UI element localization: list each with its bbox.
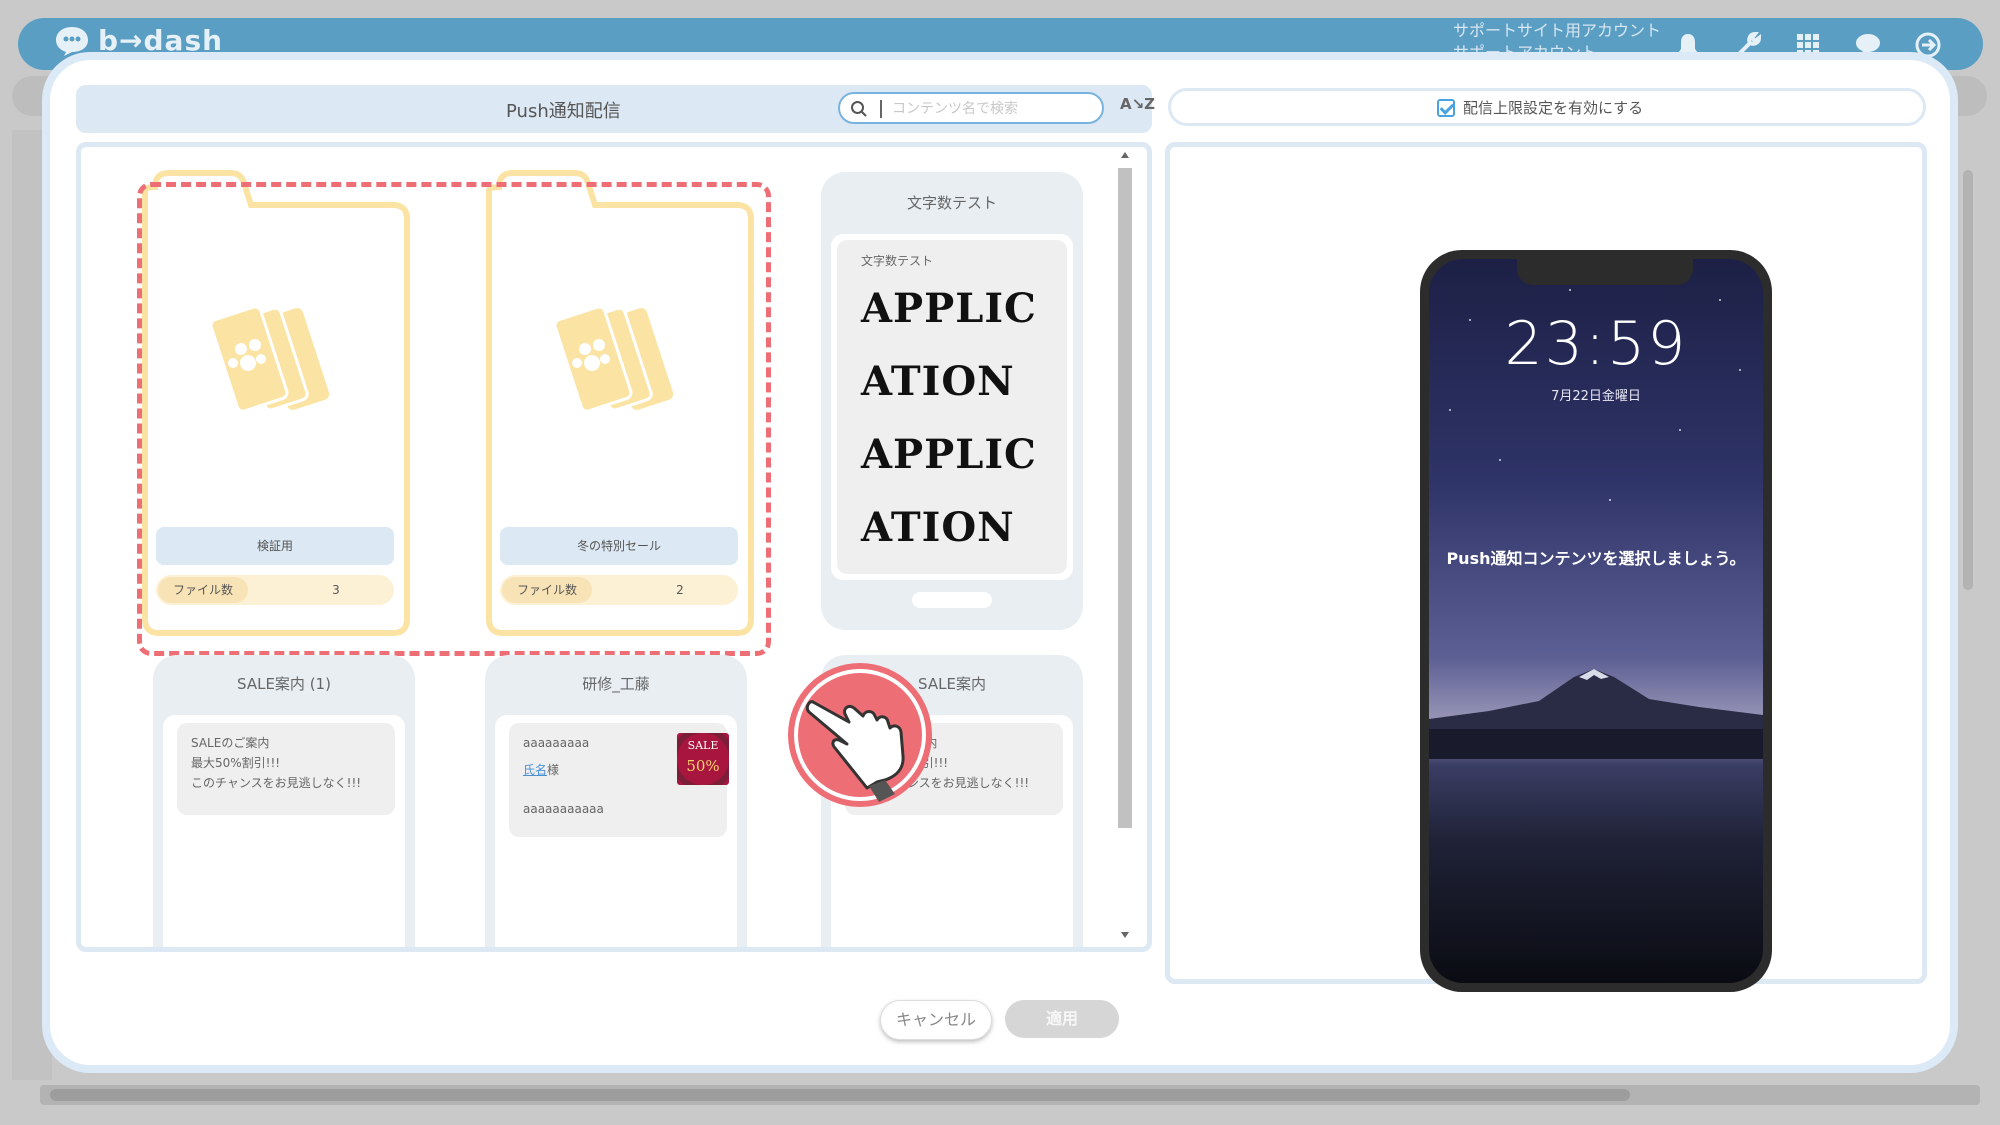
message-line: ATION	[861, 504, 1015, 551]
bell-icon[interactable]	[1673, 30, 1703, 60]
card-preview: SALEのご案内 最大50%割引!!! このチャンスをお見逃しなく!!!	[163, 715, 405, 947]
message-bubble: SALEのご案内 最大50%割引!!! このチャンスをお見逃しなく!!!	[177, 723, 395, 815]
card-title: 文字数テスト	[906, 194, 997, 212]
search-box[interactable]	[838, 92, 1104, 124]
checkbox-checked-icon[interactable]	[1437, 98, 1455, 117]
thumb-text: SALE	[687, 739, 719, 752]
bubble-title: 文字数テスト	[861, 254, 934, 268]
honorific: 様	[547, 763, 560, 777]
message-line: このチャンスをお見逃しなく!!!	[191, 776, 362, 790]
message-bubble: 文字数テスト APPLIC ATION APPLIC ATION	[837, 240, 1067, 574]
limit-setting-bar: 配信上限設定を有効にする	[1168, 88, 1926, 126]
search-icon	[851, 101, 867, 117]
lock-screen: 23:59 7月22日金曜日 Push通知コンテンツを選択しましょう。	[1429, 259, 1763, 983]
message-line: APPLIC	[861, 431, 1037, 478]
message-line: APPLIC	[861, 285, 1037, 332]
lock-screen-time: 23:59	[1504, 309, 1688, 379]
message-line: aaaaaaaaaaa	[523, 802, 604, 816]
cancel-button[interactable]: キャンセル	[880, 1000, 992, 1040]
scrollbar-thumb[interactable]	[1118, 168, 1132, 828]
grid-icon[interactable]	[1793, 30, 1823, 60]
card-title: 研修_工藤	[582, 675, 650, 693]
background-scrollbar	[1963, 170, 1973, 590]
name-link[interactable]: 氏名	[523, 763, 547, 777]
lock-screen-date: 7月22日金曜日	[1551, 389, 1641, 404]
limit-setting-checkbox[interactable]: 配信上限設定を有効にする	[1437, 97, 1643, 118]
background-horizontal-scrollbar[interactable]	[40, 1085, 1980, 1105]
apply-button[interactable]: 適用	[1005, 1000, 1119, 1038]
phone-home-bar	[912, 592, 992, 608]
message-line: 最大50%割引!!!	[191, 756, 281, 770]
chat-icon[interactable]	[1853, 30, 1883, 60]
card-preview: 文字数テスト APPLIC ATION APPLIC ATION	[831, 234, 1073, 580]
push-notification-modal: Push通知配信 A↘Z 配信上限設定を有効にする 検証用	[50, 60, 1950, 1065]
scroll-up-arrow-icon[interactable]	[1121, 152, 1129, 158]
mountain-landscape	[1429, 669, 1763, 759]
content-list: 検証用 ファイル数 3 冬の特別セール ファイル数 2 文字数テスト 文字数テス…	[76, 142, 1152, 952]
content-card[interactable]: SALE案内 (1) SALEのご案内 最大50%割引!!! このチャンスをお見…	[153, 655, 415, 947]
phone-notch	[1517, 259, 1693, 285]
account-name: サポートサイト用アカウント	[1453, 21, 1662, 40]
message-line: SALEのご案内	[191, 736, 270, 750]
folder-highlight-outline	[137, 182, 771, 656]
phone-preview: 23:59 7月22日金曜日 Push通知コンテンツを選択しましょう。	[1420, 250, 1772, 992]
text-caret	[880, 100, 882, 118]
background-sidebar	[12, 130, 52, 1080]
sale-image-thumbnail: SALE 50%	[677, 733, 729, 785]
content-card[interactable]: 研修_工藤 aaaaaaaaa 氏名様 aaaaaaaaaaa SALE 50%	[485, 655, 747, 947]
sort-az-icon[interactable]: A↘Z	[1120, 95, 1155, 113]
thumb-text: 50%	[686, 757, 720, 775]
logout-icon[interactable]	[1913, 30, 1943, 60]
card-title: SALE案内 (1)	[237, 675, 331, 693]
search-input[interactable]	[890, 97, 1094, 121]
content-list-header: Push通知配信 A↘Z	[76, 85, 1155, 133]
logo-text: b→dash	[98, 24, 224, 57]
card-preview: aaaaaaaaa 氏名様 aaaaaaaaaaa SALE 50%	[495, 715, 737, 947]
app-logo[interactable]: b→dash	[54, 24, 223, 57]
limit-setting-label: 配信上限設定を有効にする	[1463, 99, 1644, 117]
content-list-scrollbar[interactable]	[1118, 150, 1132, 940]
modal-title: Push通知配信	[506, 101, 621, 122]
scroll-down-arrow-icon[interactable]	[1121, 932, 1129, 938]
preview-message: Push通知コンテンツを選択しましょう。	[1446, 549, 1746, 568]
wrench-icon[interactable]	[1733, 30, 1763, 60]
logo-bubble-icon	[56, 26, 88, 56]
account-info[interactable]: サポートサイト用アカウント サポートアカウント	[1453, 20, 1661, 64]
message-line: ATION	[861, 358, 1015, 405]
content-card[interactable]: 文字数テスト 文字数テスト APPLIC ATION APPLIC ATION	[821, 172, 1083, 630]
hand-pointer-icon	[788, 663, 932, 807]
